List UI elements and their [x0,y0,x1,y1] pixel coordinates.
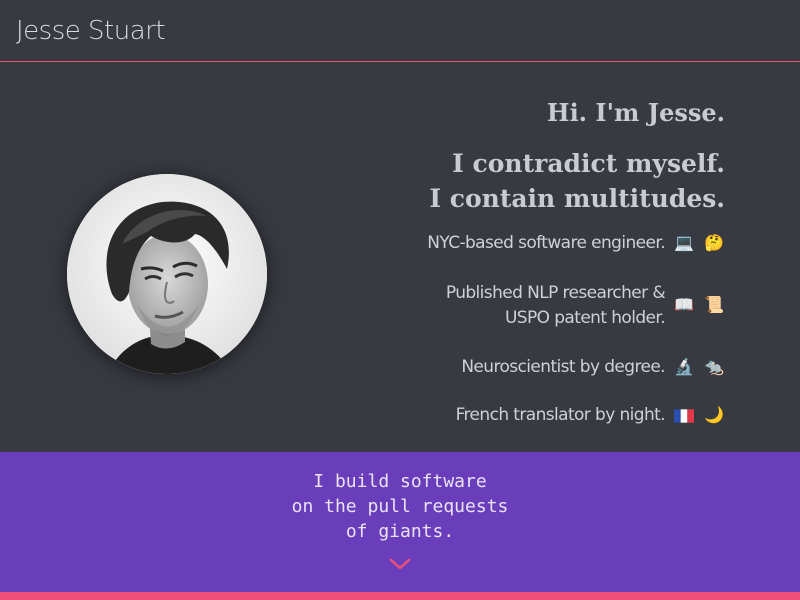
thinking-face-icon: 🤔 [704,234,724,252]
site-title-link[interactable]: Jesse Stuart [16,16,166,46]
fact-line: NYC-based software engineer. [427,233,665,253]
fact-text: French translator by night. [455,403,666,428]
fact-text: NYC-based software engineer. [427,231,665,256]
list-item: French translator by night. 🌙 [456,403,725,428]
avatar [67,174,267,374]
avatar-photo [67,174,267,374]
scroll-icon: 📜 [704,297,724,314]
tagline-line: on the pull requests [291,496,509,517]
list-item: NYC-based software engineer. 💻 🤔 [427,231,725,256]
fact-text: Published NLP researcher & USPO patent h… [445,281,666,331]
tagline-line: I build software [313,471,487,492]
list-item: Neuroscientist by degree. 🔬 🐀 [461,355,725,380]
laptop-icon: 💻 [674,234,694,252]
hero-section: Hi. I'm Jesse. I contradict myself. I co… [0,63,800,452]
fact-line: French translator by night. [455,405,666,425]
crescent-moon-icon: 🌙 [704,406,724,424]
list-item: Published NLP researcher & USPO patent h… [446,281,725,331]
motto-heading: I contradict myself. I contain multitude… [305,146,725,216]
chevron-down-icon[interactable] [388,556,412,572]
rat-icon: 🐀 [704,358,724,376]
motto-line: I contradict myself. [452,149,725,178]
book-icon: 📖 [674,297,694,314]
intro-block: Hi. I'm Jesse. I contradict myself. I co… [305,96,725,216]
french-flag-icon [673,405,695,427]
tagline-line: of giants. [345,521,455,542]
footer-accent-bar [0,592,800,600]
site-header: Jesse Stuart [0,0,800,62]
fact-text: Neuroscientist by degree. [461,355,665,380]
fact-line: USPO patent holder. [504,308,666,328]
tagline: I build software on the pull requests of… [0,469,800,544]
microscope-icon: 🔬 [674,358,694,376]
fact-line: Published NLP researcher & [445,283,666,303]
tagline-banner: I build software on the pull requests of… [0,452,800,592]
fact-line: Neuroscientist by degree. [461,357,665,377]
greeting-heading: Hi. I'm Jesse. [546,98,725,127]
motto-line: I contain multitudes. [429,184,725,213]
